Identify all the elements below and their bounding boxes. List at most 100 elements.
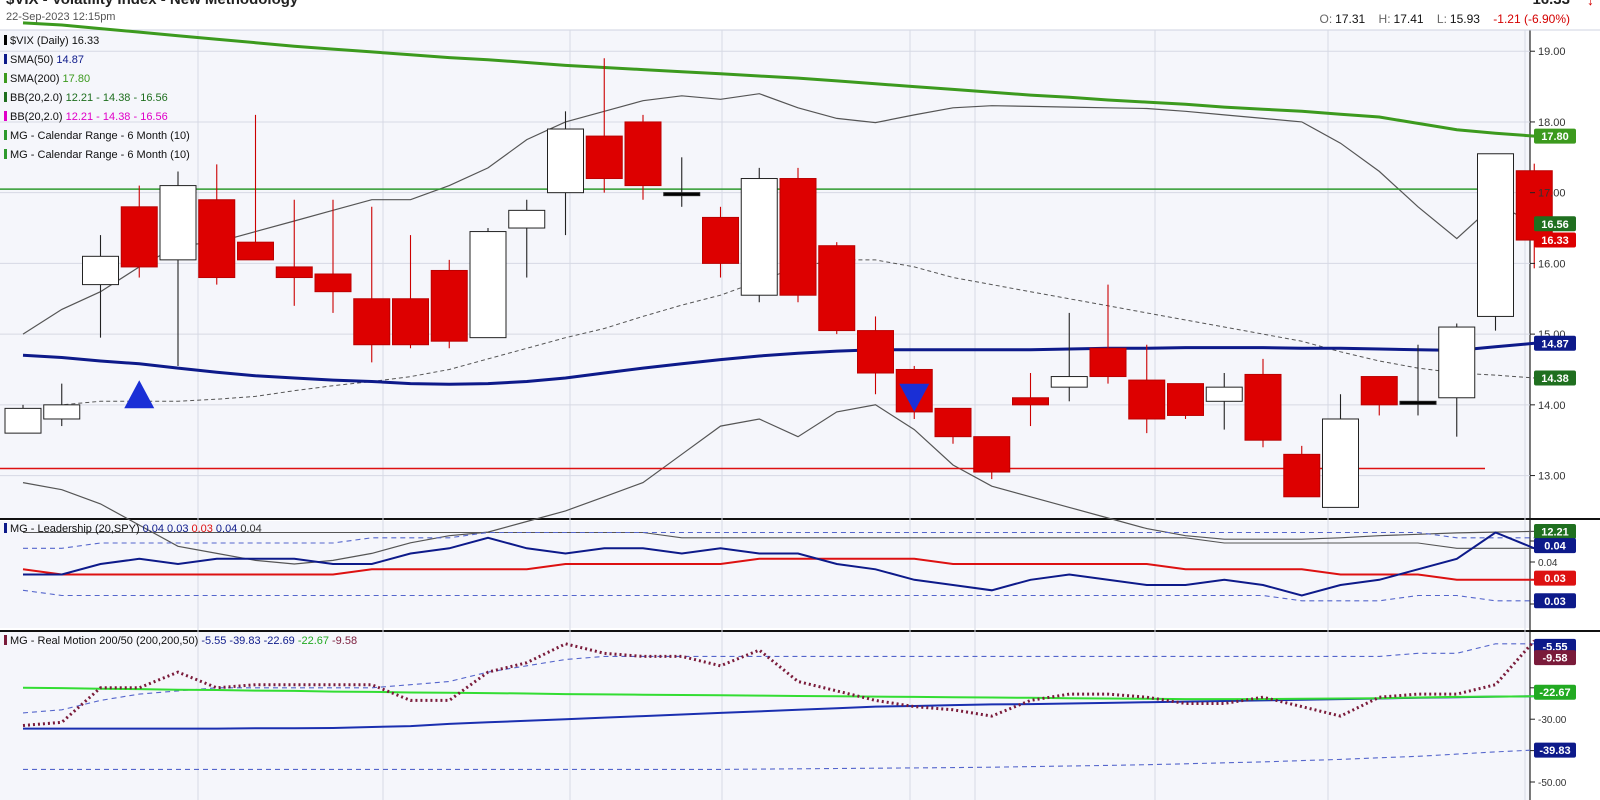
open-label: O: — [1319, 12, 1333, 26]
legend-value: 0.03 — [167, 523, 189, 535]
candle-body — [159, 185, 197, 261]
price-tag-label: 0.03 — [1544, 596, 1565, 608]
legend-value: 16.33 — [71, 35, 100, 47]
candle-body — [430, 269, 468, 342]
legend-swatch — [4, 523, 7, 533]
legend-label: SMA(200) — [10, 73, 60, 85]
high-label: H: — [1378, 12, 1391, 26]
down-arrow-icon: ↓ — [1587, 0, 1594, 8]
legend-swatch — [4, 130, 7, 140]
candle-body — [392, 298, 429, 346]
candle-body — [547, 128, 584, 194]
legend-swatch — [4, 635, 7, 645]
high-value: 17.41 — [1393, 12, 1424, 26]
candle-body — [1438, 326, 1476, 399]
legend-swatch — [4, 149, 7, 159]
axis-tick-label: 19.00 — [1538, 46, 1566, 58]
candle-body — [663, 192, 701, 197]
candle-body — [469, 231, 507, 339]
candle-body — [702, 216, 739, 264]
candle-body — [1012, 397, 1049, 406]
candle-body — [1477, 153, 1514, 317]
candle-body — [1089, 347, 1127, 378]
candle-body — [1205, 386, 1243, 402]
legend-label: BB(20,2.0) — [10, 92, 63, 104]
candle-body — [198, 199, 236, 279]
candle-body — [353, 298, 391, 346]
candle-body — [82, 255, 119, 286]
candle-body — [585, 135, 623, 180]
low-value: 15.93 — [1449, 12, 1480, 26]
legend-label: SMA(50) — [10, 54, 54, 66]
candle-body — [857, 330, 894, 374]
legend-value: -22.67 — [297, 635, 330, 647]
legend-value: 12.21 - 14.38 - 16.56 — [65, 92, 168, 104]
legend-entry: MG - Leadership (20,SPY) 0.04 0.03 0.03 0.04… — [4, 523, 262, 535]
axis-tick-label: 18.00 — [1538, 117, 1566, 129]
price-tag-label: 14.87 — [1541, 338, 1569, 350]
candle-body — [508, 209, 546, 229]
candle-body — [973, 436, 1011, 473]
candle-body — [934, 407, 972, 438]
legend-label: MG - Calendar Range - 6 Month (10) — [10, 149, 190, 161]
legend-swatch — [4, 35, 7, 45]
candle-body — [740, 178, 778, 296]
candle-body — [1050, 376, 1088, 388]
legend-entry: BB(20,2.0) 12.21 - 14.38 - 16.56 — [4, 111, 168, 123]
candle-body — [624, 121, 662, 187]
legend-entry: MG - Calendar Range - 6 Month (10) — [4, 130, 190, 142]
candle-body — [237, 241, 274, 261]
legend-value: 0.04 — [240, 523, 262, 535]
price-tag-label: 16.56 — [1541, 219, 1569, 231]
open-value: 17.31 — [1335, 12, 1366, 26]
realmotion-panel-bg — [0, 632, 1530, 800]
candle-body — [1244, 373, 1282, 441]
axis-tick-label: 17.00 — [1538, 188, 1566, 200]
legend-swatch — [4, 54, 7, 64]
axis-tick-label: 13.00 — [1538, 471, 1566, 483]
legend-label: MG - Calendar Range - 6 Month (10) — [10, 130, 190, 142]
candle-body — [1360, 376, 1398, 406]
legend-value: 0.04 — [215, 523, 238, 535]
legend-value: 12.21 - 14.38 - 16.56 — [65, 111, 168, 123]
legend-value: 17.80 — [62, 73, 91, 85]
legend-entry: BB(20,2.0) 12.21 - 14.38 - 16.56 — [4, 92, 168, 104]
legend-label: MG - Leadership (20,SPY) — [10, 523, 140, 535]
price-tag-label: 17.80 — [1541, 131, 1569, 143]
candle-body — [4, 407, 42, 434]
axis-tick-label: -30.00 — [1538, 715, 1567, 726]
legend-label: BB(20,2.0) — [10, 111, 63, 123]
ohlc-readout: O: 17.31 H: 17.41 L: 15.93 -1.21 (-6.90%) — [1309, 12, 1570, 26]
candle-body — [818, 245, 856, 332]
candle-body — [120, 206, 158, 268]
legend-entry: MG - Calendar Range - 6 Month (10) — [4, 149, 190, 161]
candle-body — [1399, 400, 1437, 405]
legend-label: MG - Real Motion 200/50 (200,200,50) — [10, 635, 199, 647]
candle-body — [43, 404, 81, 420]
price-tag-label: 0.03 — [1544, 573, 1565, 585]
price-tag-label: -39.83 — [1539, 745, 1570, 757]
price-tag-label: 14.38 — [1541, 373, 1569, 385]
candle-body — [1322, 418, 1359, 508]
candle-body — [314, 273, 352, 293]
legend-entry: $VIX (Daily) 16.33 — [4, 35, 99, 47]
candle-body — [275, 266, 313, 279]
legend-entry: MG - Real Motion 200/50 (200,200,50) -5.5… — [4, 635, 357, 647]
legend-value: -39.83 — [229, 635, 261, 647]
candle-body — [1283, 453, 1321, 498]
chart-canvas: 19.0018.0017.0016.0015.0014.0013.000.040… — [0, 21, 1600, 800]
price-tag-label: -22.67 — [1539, 687, 1570, 699]
legend-value: 14.87 — [56, 54, 84, 66]
chart-title: $VIX - Volatility Index - New Methodolog… — [6, 0, 298, 8]
legend-entry: SMA(200) 17.80 — [4, 73, 90, 85]
change-value: -1.21 (-6.90%) — [1493, 12, 1570, 26]
price-tag-label: 0.04 — [1544, 541, 1566, 553]
legend-value: 0.04 — [142, 523, 165, 535]
low-label: L: — [1436, 12, 1447, 26]
last-price: 16.33 — [1532, 0, 1570, 8]
axis-tick-label: 0.04 — [1538, 558, 1558, 569]
legend-value: -22.69 — [263, 635, 295, 647]
legend-swatch — [4, 73, 7, 83]
legend-entry: SMA(50) 14.87 — [4, 54, 84, 66]
legend-value: 0.03 — [191, 523, 213, 535]
